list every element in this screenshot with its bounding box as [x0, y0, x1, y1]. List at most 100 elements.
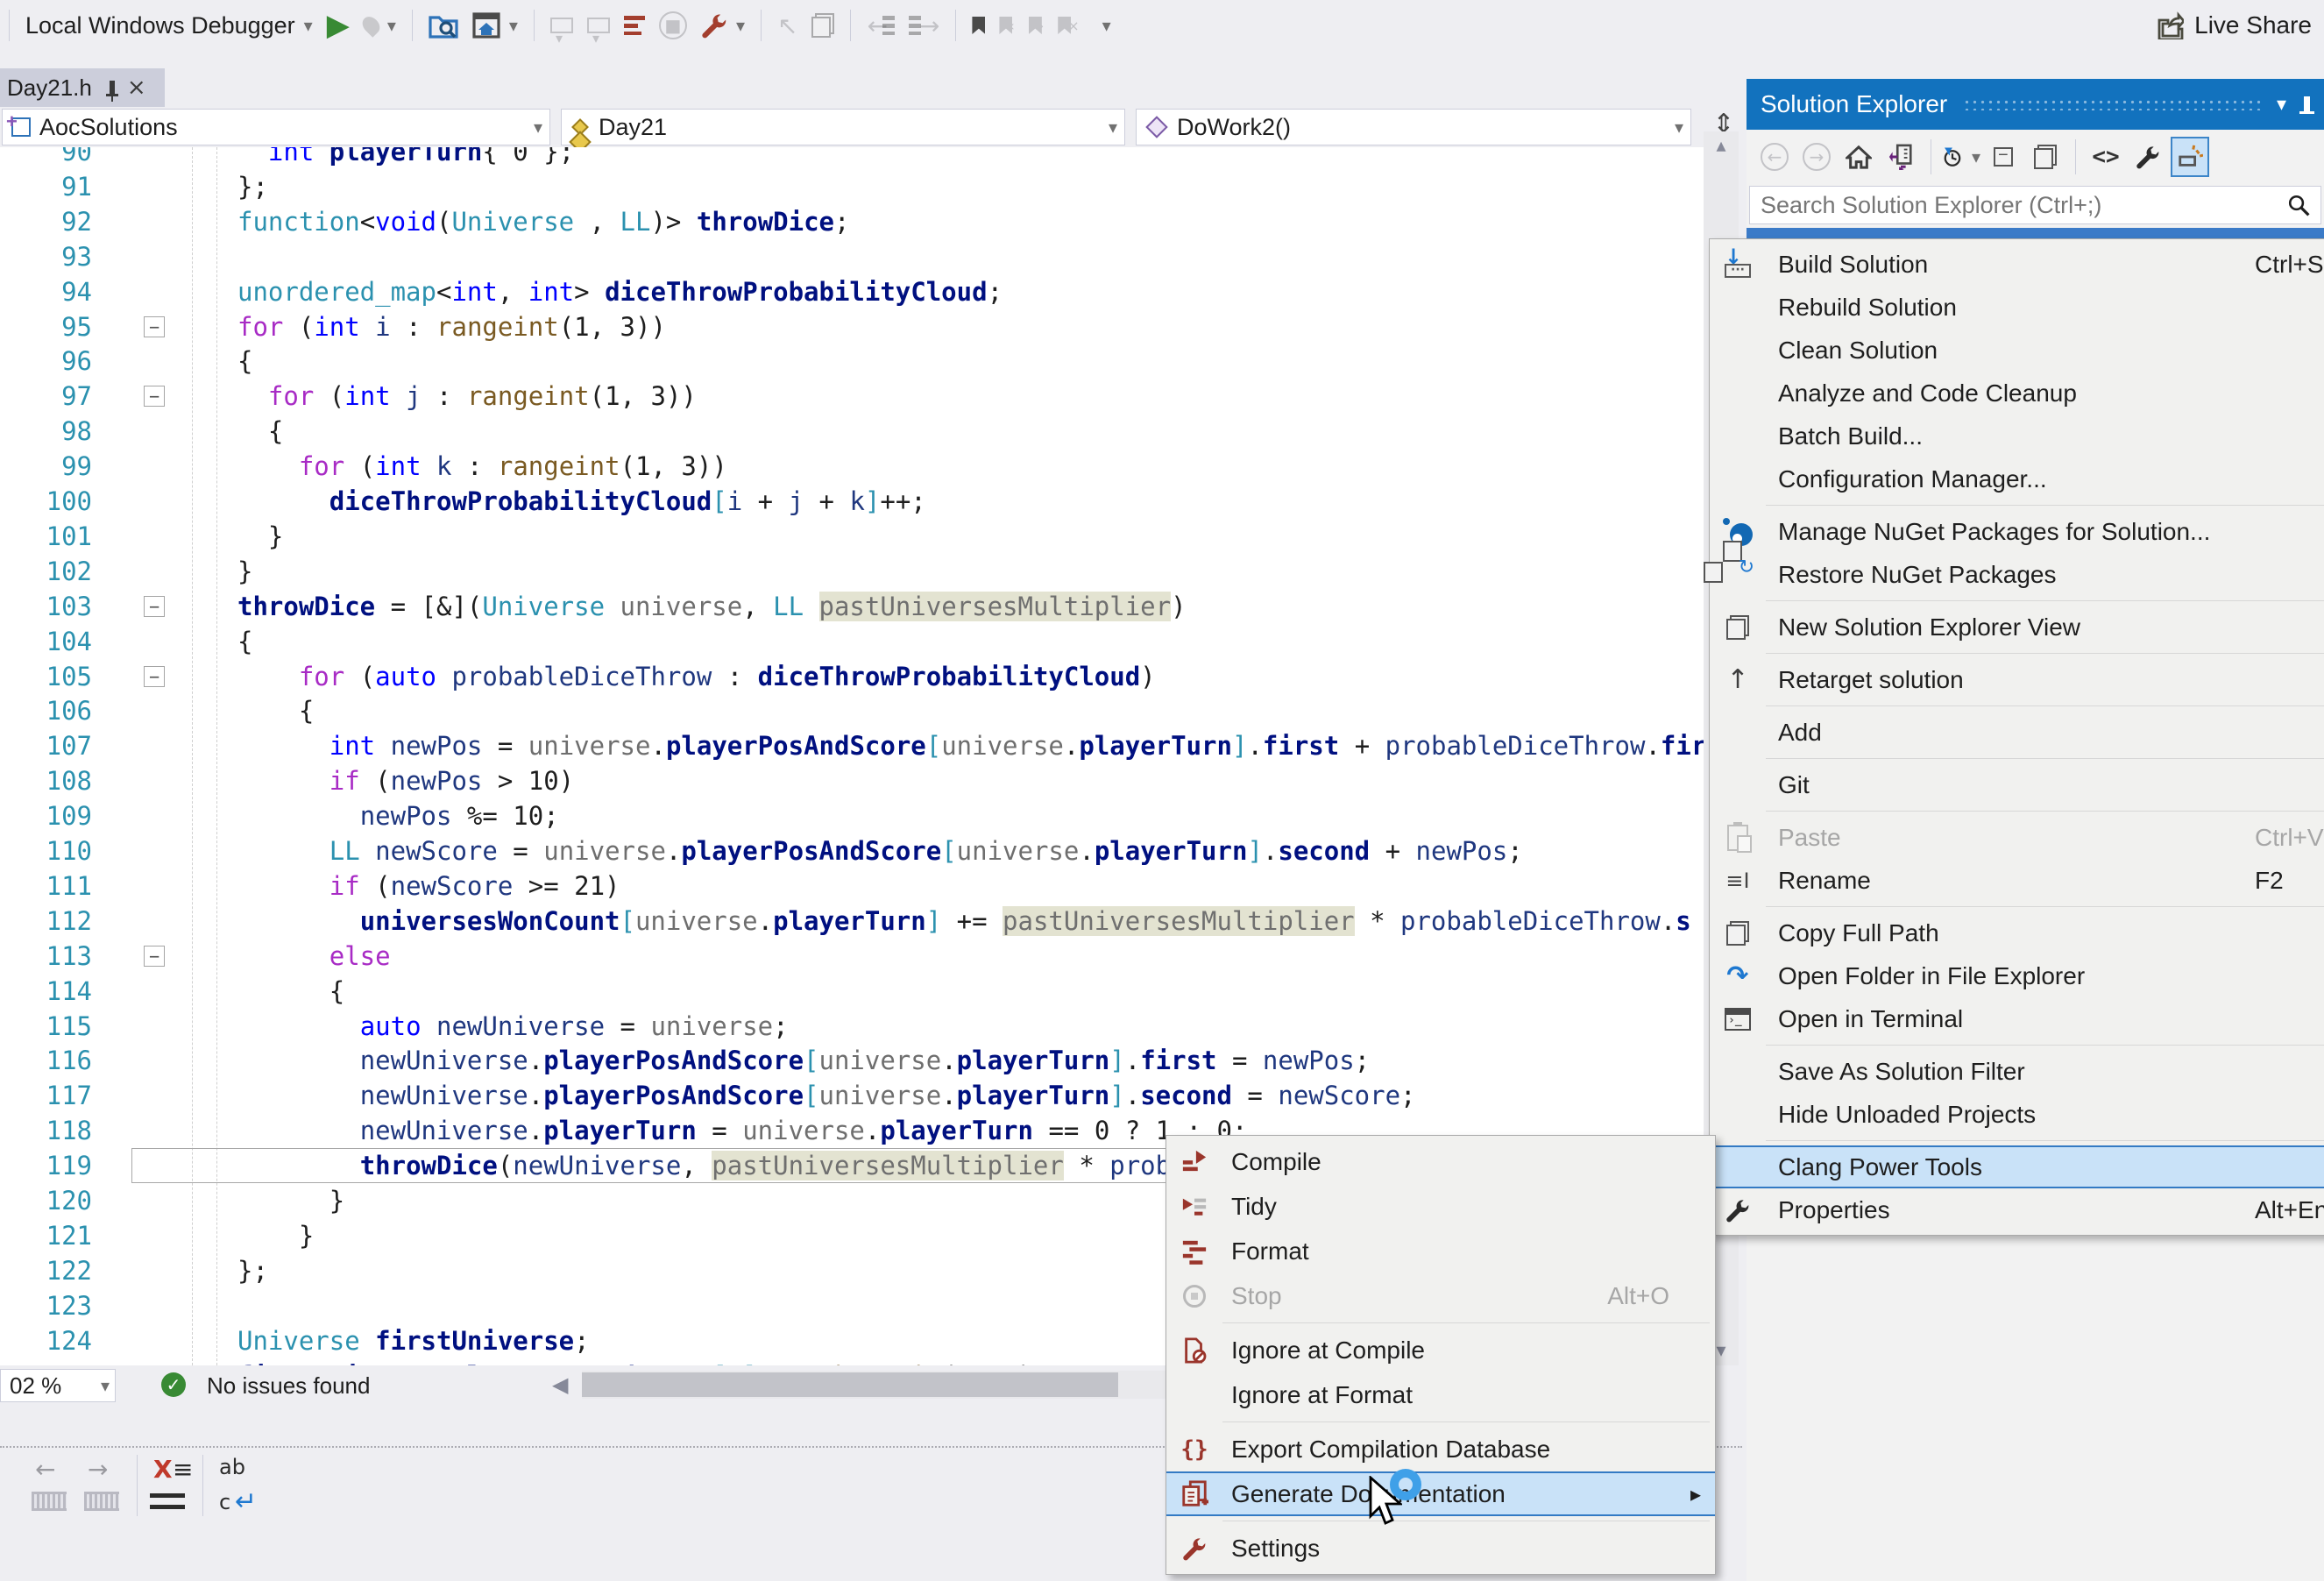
menu-item-save-as-solution-filter[interactable]: Save As Solution Filter	[1710, 1050, 2324, 1093]
clock-filter-icon	[1942, 143, 1963, 171]
select-element-button[interactable]	[543, 6, 580, 45]
scroll-left-icon[interactable]: ◀	[552, 1372, 568, 1397]
pin-icon[interactable]	[110, 81, 115, 95]
project-dropdown[interactable]: AocSolutions ▾	[2, 109, 550, 145]
chevron-down-icon: ▾	[1102, 15, 1111, 36]
menu-item-ignore-at-compile[interactable]: Ignore at Compile	[1166, 1328, 1715, 1372]
toolbar-overflow-button[interactable]: ▾	[1087, 6, 1118, 45]
menu-item-new-solution-explorer-view[interactable]: New Solution Explorer View	[1710, 606, 2324, 649]
pending-changes-filter-button[interactable]: ▾	[1942, 137, 1980, 177]
menu-item-copy-full-path[interactable]: Copy Full Path	[1710, 911, 2324, 954]
line-number: 125	[0, 1358, 92, 1366]
home-button[interactable]	[1839, 137, 1878, 177]
member-dropdown[interactable]: DoWork2() ▾	[1136, 109, 1691, 145]
view-code-button[interactable]: <>	[2087, 137, 2125, 177]
fold-collapse-box[interactable]: −	[144, 386, 165, 407]
cpp-project-icon	[11, 117, 31, 137]
solution-explorer-titlebar[interactable]: Solution Explorer ▾	[1747, 79, 2324, 130]
project-name: AocSolutions	[39, 114, 178, 141]
menu-item-stop[interactable]: StopAlt+O	[1166, 1273, 1715, 1318]
menu-item-configuration-manager[interactable]: Configuration Manager...	[1710, 457, 2324, 500]
menu-item-clang-power-tools[interactable]: Clang Power Tools	[1710, 1145, 2324, 1188]
fold-collapse-box[interactable]: −	[144, 666, 165, 687]
indent-button[interactable]: →	[902, 6, 946, 45]
menu-item-rebuild-solution[interactable]: Rebuild Solution	[1710, 286, 2324, 329]
display-layout-button[interactable]	[580, 6, 617, 45]
unindent-button[interactable]: ←	[860, 6, 901, 45]
prev-change-button[interactable]: ←	[32, 1455, 72, 1523]
line-number: 101	[0, 519, 92, 554]
paste-icon	[1710, 825, 1766, 851]
menu-item-add[interactable]: Add	[1710, 711, 2324, 754]
menu-item-tidy[interactable]: Tidy	[1166, 1184, 1715, 1229]
show-all-files-button[interactable]	[2171, 137, 2209, 177]
method-icon	[1145, 116, 1167, 138]
menu-item-analyze-and-code-cleanup[interactable]: Analyze and Code Cleanup	[1710, 372, 2324, 415]
debug-target-dropdown[interactable]: Local Windows Debugger ▾	[18, 6, 320, 45]
c-export-icon: {}	[1166, 1436, 1222, 1463]
clear-list-button[interactable]: X≡	[150, 1455, 190, 1523]
line-number: 108	[0, 763, 92, 798]
back-button[interactable]: ←	[1755, 137, 1794, 177]
menu-item-open-in-terminal[interactable]: Open in Terminal	[1710, 997, 2324, 1040]
clear-bookmarks-button[interactable]: ×	[1051, 6, 1086, 45]
properties-wrench-button[interactable]	[2129, 137, 2167, 177]
type-dropdown[interactable]: Day21 ▾	[561, 109, 1125, 145]
prev-bookmark-button[interactable]: ‹	[992, 6, 1021, 45]
zoom-dropdown[interactable]: 02 % ▾	[0, 1369, 116, 1402]
scroll-up-icon[interactable]: ▴	[1704, 135, 1739, 157]
find-in-files-button[interactable]	[422, 6, 465, 45]
live-share-button[interactable]: Live Share	[2154, 5, 2312, 46]
health-check-icon[interactable]: ✓	[161, 1372, 186, 1397]
menu-item-open-folder-in-file-explorer[interactable]: ↷Open Folder in File Explorer	[1710, 954, 2324, 997]
home-window-button[interactable]: ▾	[465, 6, 525, 45]
preview-selected-button[interactable]	[2026, 137, 2065, 177]
tab-day21[interactable]: Day21.h ×	[0, 68, 165, 107]
scrollbar-thumb[interactable]	[582, 1372, 1118, 1397]
menu-item-rename[interactable]: ≡IRenameF2	[1710, 859, 2324, 902]
pin-icon[interactable]	[2304, 96, 2310, 112]
menu-item-git[interactable]: Git	[1710, 763, 2324, 806]
forward-button[interactable]: →	[1797, 137, 1836, 177]
collapse-all-button[interactable]	[1984, 137, 2023, 177]
menu-item-hide-unloaded-projects[interactable]: Hide Unloaded Projects	[1710, 1093, 2324, 1136]
menu-item-properties[interactable]: PropertiesAlt+En	[1710, 1188, 2324, 1231]
c-stop-icon	[1166, 1285, 1222, 1308]
menu-separator	[1766, 758, 2324, 759]
menu-item-retarget-solution[interactable]: ↑ Retarget solution	[1710, 658, 2324, 701]
word-wrap-button[interactable]: abc↵	[216, 1455, 272, 1523]
menu-item-build-solution[interactable]: ↓···Build SolutionCtrl+Sh	[1710, 243, 2324, 286]
fold-collapse-box[interactable]: −	[144, 316, 165, 337]
copy-button[interactable]	[804, 6, 841, 45]
pointer-mode-button[interactable]: ↖	[770, 6, 804, 45]
start-debug-button[interactable]: ▶	[320, 6, 357, 45]
menu-item-ignore-at-format[interactable]: Ignore at Format	[1166, 1372, 1715, 1417]
search-input[interactable]: Search Solution Explorer (Ctrl+;)	[1749, 186, 2321, 224]
next-change-button[interactable]: →	[84, 1455, 124, 1523]
menu-item-label: Retarget solution	[1778, 666, 1964, 694]
menu-item-format[interactable]: Format	[1166, 1229, 1715, 1273]
close-icon[interactable]: ×	[127, 74, 146, 101]
retarget-icon: ↑	[1710, 664, 1766, 695]
menu-item-label: Settings	[1231, 1535, 1320, 1563]
hot-reload-button[interactable]: ▾	[357, 6, 403, 45]
menu-item-clean-solution[interactable]: Clean Solution	[1710, 329, 2324, 372]
sync-with-active-document-button[interactable]	[1881, 137, 1920, 177]
menu-item-restore-nuget-packages[interactable]: ↻Restore NuGet Packages	[1710, 553, 2324, 596]
menu-item-batch-build[interactable]: Batch Build...	[1710, 415, 2324, 457]
menu-item-export-compilation-database[interactable]: {}Export Compilation Database	[1166, 1427, 1715, 1471]
profiler-button[interactable]	[617, 6, 652, 45]
diagnostics-wrench-button[interactable]: ▾	[694, 6, 752, 45]
toggle-bookmark-button[interactable]	[965, 6, 992, 45]
menu-item-manage-nuget-packages-for-solution[interactable]: Manage NuGet Packages for Solution...	[1710, 510, 2324, 553]
window-position-icon[interactable]: ▾	[2277, 94, 2286, 116]
menu-item-compile[interactable]: Compile	[1166, 1139, 1715, 1184]
next-bookmark-button[interactable]: ›	[1022, 6, 1051, 45]
menu-item-paste[interactable]: PasteCtrl+V	[1710, 816, 2324, 859]
fold-collapse-box[interactable]: −	[144, 596, 165, 617]
fold-collapse-box[interactable]: −	[144, 946, 165, 967]
menu-item-settings[interactable]: Settings	[1166, 1526, 1715, 1570]
menu-item-label: Save As Solution Filter	[1778, 1058, 2025, 1086]
menu-item-generate-documentation[interactable]: Generate Documentation▸	[1166, 1471, 1715, 1516]
stop-button[interactable]: ■	[652, 6, 694, 45]
